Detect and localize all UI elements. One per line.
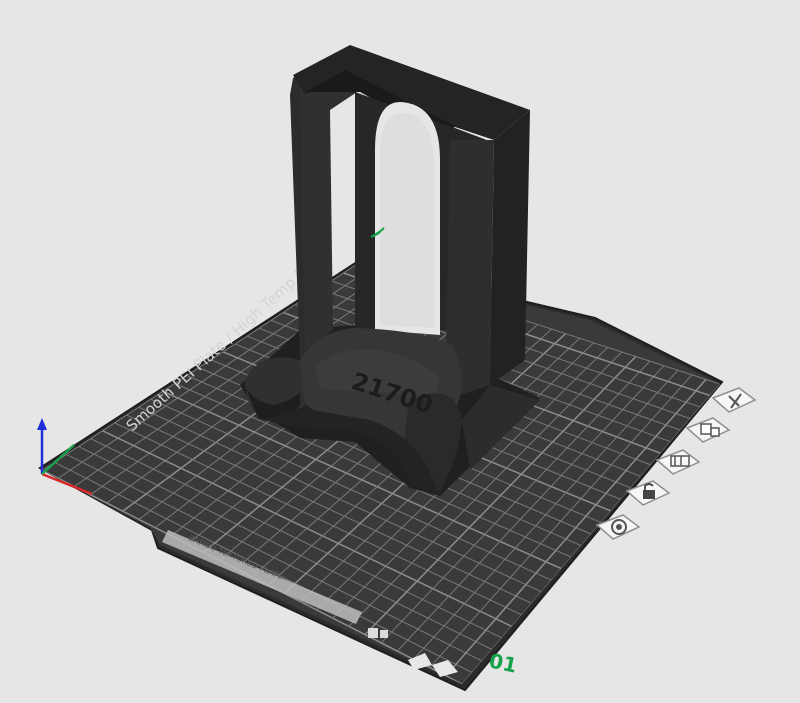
plate-icon xyxy=(380,630,388,638)
close-plate-button[interactable] xyxy=(711,387,757,413)
3d-model[interactable]: 21700 xyxy=(240,45,540,496)
viewport[interactable]: Smooth PEI Plate / High Temp Plate BAMBU… xyxy=(0,0,800,703)
3d-scene[interactable]: Smooth PEI Plate / High Temp Plate BAMBU… xyxy=(0,0,800,703)
plate-icon xyxy=(368,628,378,638)
plate-index: 01 xyxy=(487,648,519,677)
arrange-plate-button[interactable] xyxy=(685,417,731,443)
